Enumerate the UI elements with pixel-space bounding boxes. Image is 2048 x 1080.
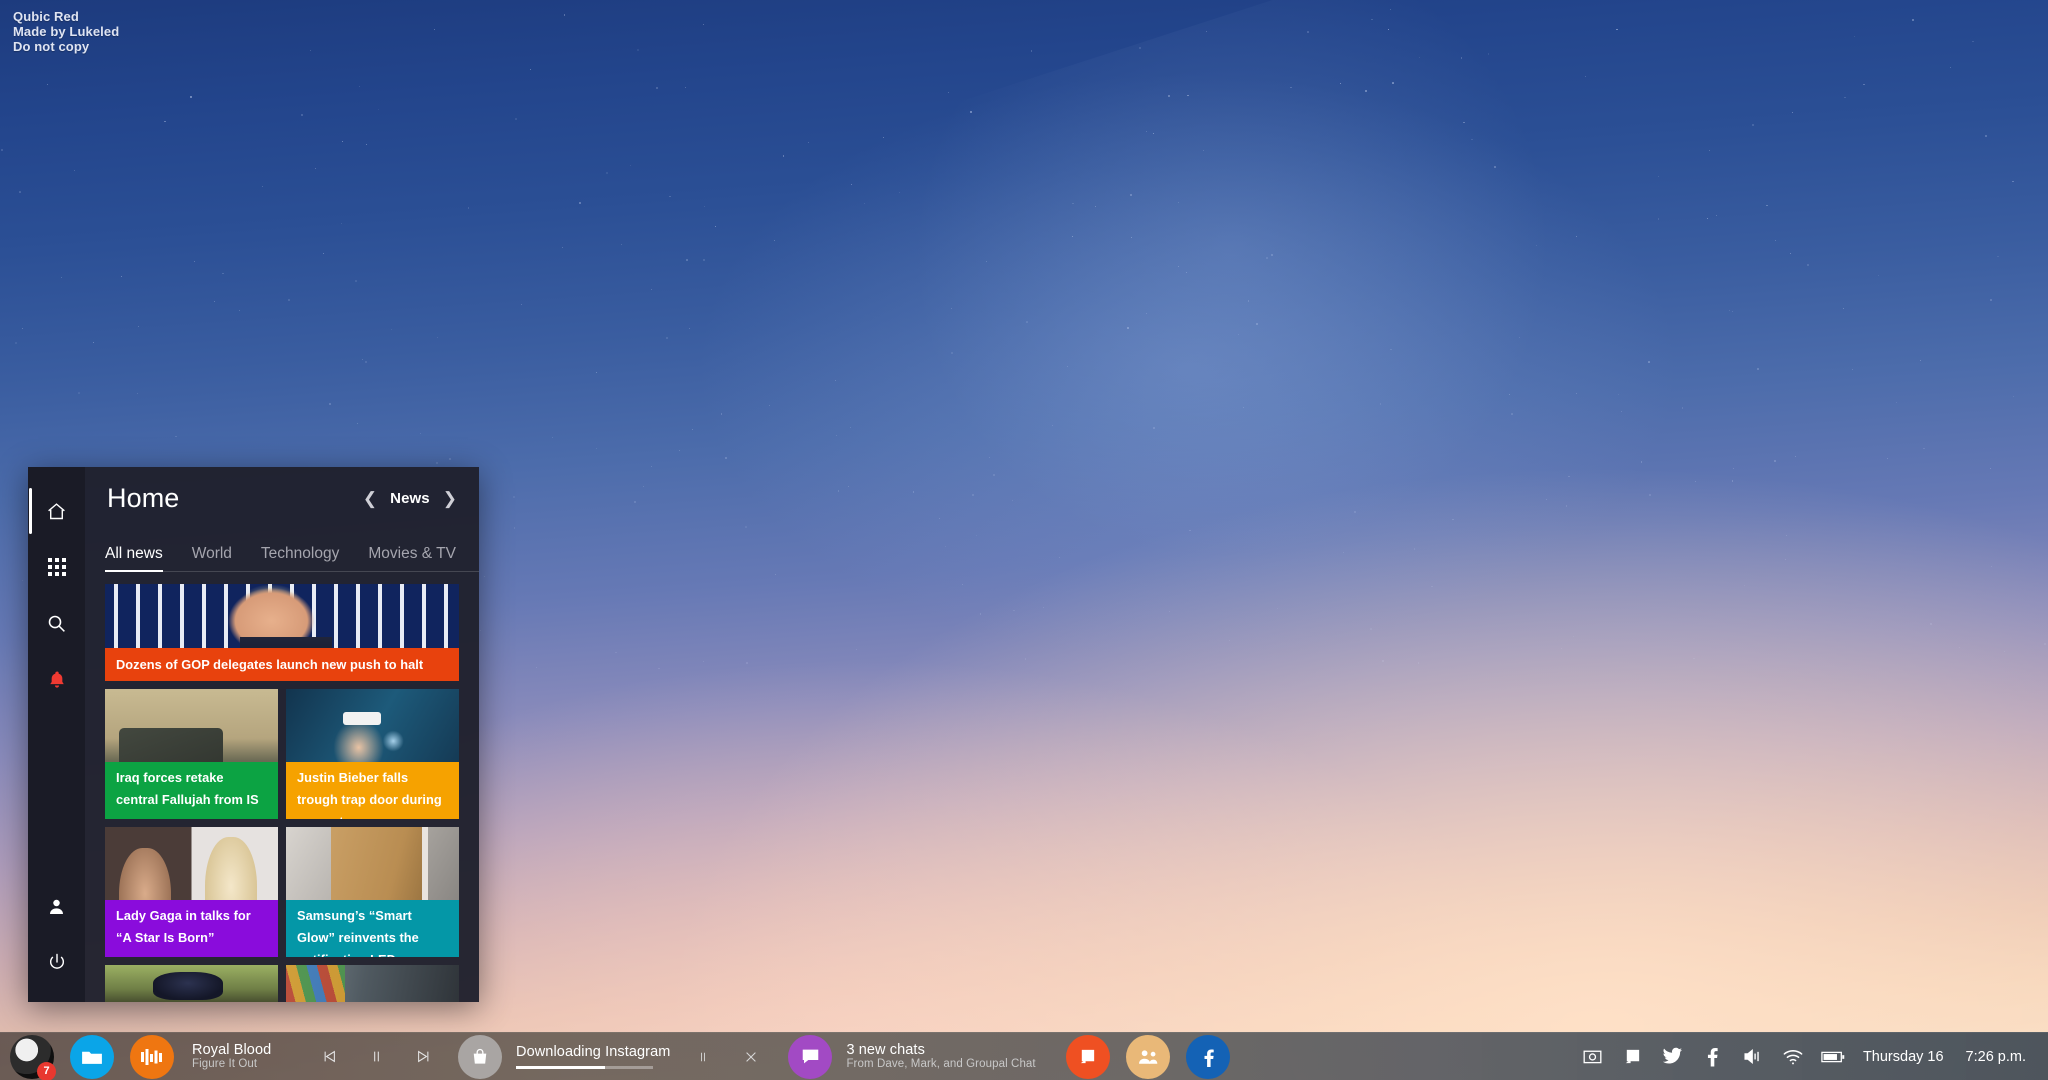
wifi-icon[interactable]: [1773, 1033, 1813, 1080]
camera-icon[interactable]: [1573, 1033, 1613, 1080]
tile-headline: Dozens of GOP delegates launch new push …: [105, 648, 459, 681]
taskbar-item-people[interactable]: [1125, 1034, 1170, 1079]
tab-technology[interactable]: Technology: [261, 545, 339, 572]
sidebar-item-power[interactable]: [28, 934, 85, 990]
track-title: Royal Blood: [192, 1041, 272, 1058]
start-menu-panel[interactable]: Home ❮ News ❯ All news World Technology …: [28, 467, 479, 1002]
start-navigation-rail: [28, 467, 85, 1002]
news-tile[interactable]: Dozens of GOP delegates launch new push …: [105, 584, 459, 681]
clock-time: 7:26 p.m.: [1965, 1048, 2026, 1065]
next-track-icon[interactable]: [406, 1040, 440, 1074]
tile-headline: Lady Gaga in talks for “A Star Is Born”: [105, 900, 278, 957]
news-tabs: All news World Technology Movies & TV: [85, 529, 479, 572]
download-info: Downloading Instagram: [516, 1044, 670, 1069]
power-icon: [47, 952, 67, 972]
sidebar-item-notifications[interactable]: [28, 651, 85, 707]
project-screen-icon[interactable]: [1613, 1033, 1653, 1080]
watermark-line-1: Qubic Red: [13, 9, 79, 24]
sidebar-item-home[interactable]: [28, 483, 85, 539]
twitter-icon[interactable]: [1653, 1033, 1693, 1080]
tile-headline: Justin Bieber falls trough trap door dur…: [286, 762, 459, 819]
chevron-right-icon[interactable]: ❯: [443, 490, 457, 507]
apps-grid-icon: [47, 558, 66, 576]
news-tile[interactable]: [286, 965, 459, 1002]
download-progress-bar: [516, 1065, 653, 1069]
status-badge: 7: [37, 1061, 56, 1080]
section-label: News: [390, 489, 430, 507]
clock[interactable]: Thursday 16 7:26 p.m.: [1853, 1049, 2048, 1065]
folder-icon[interactable]: [70, 1034, 114, 1079]
sidebar-item-account[interactable]: [28, 878, 85, 934]
pause-icon[interactable]: [359, 1040, 393, 1074]
messages-title: 3 new chats: [846, 1041, 925, 1058]
taskbar-item-messaging[interactable]: [788, 1034, 833, 1079]
taskbar: 7 Royal Blood Figure It Out Downloading …: [0, 1032, 2048, 1080]
download-title: Downloading Instagram: [516, 1044, 671, 1061]
taskbar-item-facebook[interactable]: [1185, 1034, 1230, 1079]
facebook-icon[interactable]: [1185, 1034, 1230, 1079]
section-switcher: ❮ News ❯: [363, 490, 457, 507]
avatar[interactable]: 7: [10, 1034, 56, 1080]
news-tile[interactable]: Iraq forces retake central Fallujah from…: [105, 689, 278, 819]
tab-movies-tv[interactable]: Movies & TV: [368, 545, 456, 572]
taskbar-item-store-download[interactable]: [458, 1034, 502, 1079]
previous-track-icon[interactable]: [312, 1040, 346, 1074]
store-bag-icon[interactable]: [458, 1034, 502, 1079]
news-tile[interactable]: Justin Bieber falls trough trap door dur…: [286, 689, 459, 819]
track-artist: Figure It Out: [192, 1058, 258, 1071]
tab-world[interactable]: World: [192, 545, 232, 572]
start-button[interactable]: 7: [10, 1034, 56, 1080]
battery-icon[interactable]: [1813, 1033, 1853, 1080]
home-icon: [46, 501, 67, 522]
facebook-letter-icon[interactable]: [1693, 1033, 1733, 1080]
panel-header: Home ❮ News ❯: [85, 467, 479, 529]
tab-all-news[interactable]: All news: [105, 545, 163, 572]
people-icon[interactable]: [1125, 1034, 1170, 1079]
news-tile-grid: Dozens of GOP delegates launch new push …: [85, 572, 479, 1002]
taskbar-item-groove-music[interactable]: [130, 1034, 174, 1079]
watermark-line-2: Made by Lukeled: [13, 24, 120, 40]
watermark-line-3: Do not copy: [13, 39, 90, 55]
messages-info: 3 new chats From Dave, Mark, and Groupal…: [846, 1042, 1035, 1072]
news-tile[interactable]: [105, 965, 278, 1002]
sidebar-item-all-apps[interactable]: [28, 539, 85, 595]
tile-thumbnail: [286, 965, 459, 1002]
tile-thumbnail: [105, 965, 278, 1002]
clock-date: Thursday 16: [1862, 1048, 1944, 1065]
taskbar-item-powerpoint[interactable]: [1065, 1034, 1110, 1079]
news-tile[interactable]: Samsung’s “Smart Glow” reinvents the not…: [286, 827, 459, 957]
selection-indicator: [29, 488, 32, 534]
volume-icon[interactable]: [1733, 1033, 1773, 1080]
powerpoint-icon[interactable]: [1065, 1034, 1110, 1079]
messages-subtitle: From Dave, Mark, and Groupal Chat: [846, 1058, 1036, 1071]
download-cancel-button[interactable]: [734, 1040, 768, 1074]
bell-icon: [47, 669, 67, 690]
tile-headline: Samsung’s “Smart Glow” reinvents the not…: [286, 900, 459, 957]
person-icon: [47, 897, 66, 916]
messaging-icon[interactable]: [788, 1034, 833, 1079]
wallpaper-watermark: Qubic Red Made by Lukeled Do not copy: [13, 9, 119, 55]
tile-headline: Iraq forces retake central Fallujah from…: [105, 762, 278, 819]
download-pause-button[interactable]: [686, 1040, 720, 1074]
sidebar-item-search[interactable]: [28, 595, 85, 651]
taskbar-item-file-explorer[interactable]: [70, 1034, 114, 1079]
chevron-left-icon[interactable]: ❮: [363, 490, 377, 507]
now-playing-info: Royal Blood Figure It Out: [192, 1042, 302, 1072]
news-tile[interactable]: Lady Gaga in talks for “A Star Is Born”: [105, 827, 278, 957]
search-icon: [46, 613, 67, 634]
page-title: Home: [107, 482, 180, 513]
equalizer-icon[interactable]: [130, 1034, 174, 1079]
start-panel-body: Home ❮ News ❯ All news World Technology …: [85, 467, 479, 1002]
